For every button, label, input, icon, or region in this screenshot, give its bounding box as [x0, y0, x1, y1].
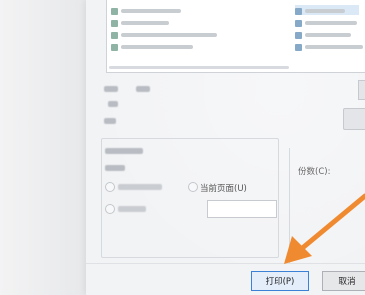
- printer-item-label: [305, 21, 357, 25]
- printer-item-label: [305, 45, 363, 49]
- status-label: [104, 86, 118, 92]
- printer-item-label: [121, 33, 217, 37]
- background-left-panel: [0, 0, 86, 295]
- location-label: [108, 101, 118, 107]
- status-value: [136, 86, 150, 92]
- printer-item[interactable]: [295, 6, 345, 16]
- printer-icon: [111, 43, 118, 51]
- printer-icon: [295, 7, 302, 15]
- dialog-footer: 打印(P) 取消: [86, 263, 365, 295]
- printer-icon: [295, 19, 302, 27]
- cancel-button[interactable]: 取消: [322, 271, 365, 291]
- printer-item-label: [121, 9, 181, 13]
- printer-item-label: [121, 21, 169, 25]
- printer-icon: [111, 7, 118, 15]
- printer-item[interactable]: [295, 18, 357, 28]
- print-button[interactable]: 打印(P): [251, 271, 309, 291]
- preferences-button[interactable]: [343, 108, 365, 130]
- comment-label: [104, 118, 116, 124]
- printer-list-scrollbar[interactable]: [109, 66, 289, 69]
- printer-item-label: [305, 33, 351, 37]
- printer-item[interactable]: [111, 6, 181, 16]
- printer-icon: [295, 43, 302, 51]
- selection-label-blur: [118, 184, 162, 190]
- copies-label: 份数(C):: [298, 167, 331, 177]
- current-page-label: 当前页面(U): [200, 184, 247, 194]
- printer-icon: [295, 31, 302, 39]
- selection-radio[interactable]: [105, 182, 115, 192]
- print-dialog: 当前页面(U) 份数(C): 打印(P) 取消: [86, 0, 365, 295]
- find-printer-button[interactable]: [358, 80, 365, 100]
- pages-radio[interactable]: [105, 204, 115, 214]
- printer-item[interactable]: [111, 42, 193, 52]
- printer-item-label: [121, 45, 193, 49]
- page-range-title: [105, 148, 143, 154]
- printer-list[interactable]: [106, 0, 365, 73]
- copies-group: 份数(C):: [289, 148, 365, 266]
- printer-icon: [111, 31, 118, 39]
- printer-item-label: [305, 9, 345, 13]
- printer-item[interactable]: [111, 18, 169, 28]
- current-page-radio[interactable]: [188, 182, 198, 192]
- printer-icon: [111, 19, 118, 27]
- page-range-group: 当前页面(U): [101, 138, 279, 258]
- all-pages-option[interactable]: [105, 165, 125, 171]
- pages-input[interactable]: [207, 200, 277, 218]
- printer-item[interactable]: [111, 30, 217, 40]
- pages-label: [118, 206, 146, 212]
- printer-item[interactable]: [295, 30, 351, 40]
- printer-item[interactable]: [295, 42, 363, 52]
